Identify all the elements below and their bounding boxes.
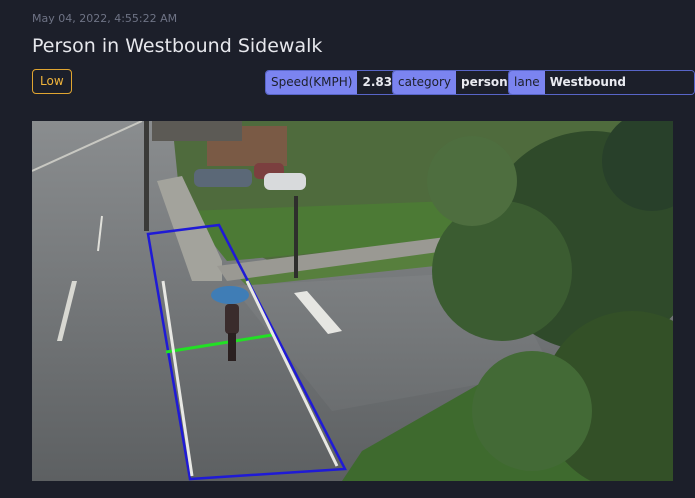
severity-badge: Low [32,69,72,94]
utility-pole [144,121,149,231]
camera-scene [32,121,673,481]
tag-category: category person [392,70,514,95]
tag-category-value: person [456,71,513,94]
parked-car [264,173,306,190]
tag-speed: Speed(KMPH) 2.83 [265,70,399,95]
parked-car [194,169,252,187]
event-title: Person in Westbound Sidewalk [32,35,323,57]
sign-post [294,196,298,278]
tag-category-key: category [393,71,457,94]
person-body [225,304,239,334]
tag-speed-key: Speed(KMPH) [266,71,358,94]
far-buildings [152,121,242,141]
person-legs [228,333,236,361]
event-timestamp: May 04, 2022, 4:55:22 AM [32,12,178,25]
tag-lane-key: lane [509,71,545,94]
camera-snapshot [32,121,673,481]
tag-lane: lane Westbound Sidewalk [508,70,695,95]
tag-lane-value: Westbound Sidewalk [544,71,694,94]
umbrella [211,286,249,304]
tree [472,351,592,471]
tree [427,136,517,226]
tree [432,201,572,341]
